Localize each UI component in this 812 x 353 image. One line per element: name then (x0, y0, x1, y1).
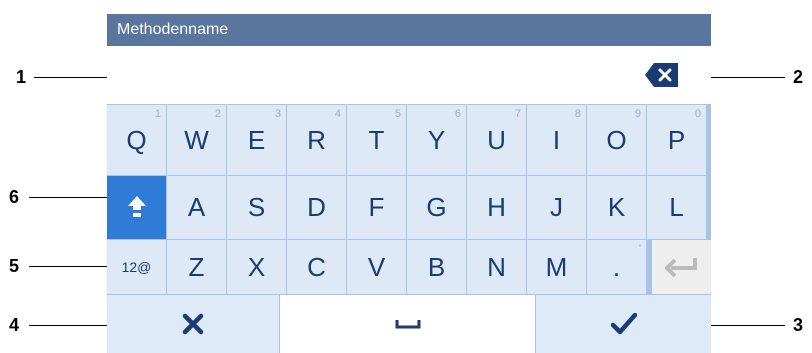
key-row1-7[interactable]: I8 (527, 105, 586, 175)
key-char: Q (126, 124, 147, 155)
space-key[interactable] (280, 295, 535, 353)
enter-key[interactable] (652, 240, 711, 294)
key-char: R (307, 124, 326, 155)
key-row2-2[interactable]: D (287, 176, 346, 239)
key-number-hint: 0 (694, 108, 701, 120)
mode-switch-label: 12@ (121, 259, 152, 275)
key-char: E (247, 124, 266, 155)
dialog-title: Methodenname (107, 14, 711, 46)
key-row2-8[interactable]: L (647, 176, 706, 239)
key-row1-9[interactable]: P0 (647, 105, 706, 175)
key-row2-6[interactable]: J (527, 176, 586, 239)
checkmark-icon (610, 313, 637, 335)
key-char: H (487, 192, 506, 222)
key-row1-0[interactable]: Q1 (107, 105, 166, 175)
space-icon (395, 320, 420, 329)
key-char: V (367, 251, 386, 282)
key-row3-2[interactable]: C (287, 240, 346, 294)
key-row3-7[interactable]: . ' (587, 240, 646, 294)
key-char: J (550, 192, 563, 222)
callout-1: 1 (16, 67, 27, 87)
shift-arrow-icon (127, 195, 146, 217)
key-row3-4[interactable]: B (407, 240, 466, 294)
key-number-hint: 4 (334, 108, 341, 120)
key-char: I (552, 124, 561, 155)
key-char: L (669, 192, 684, 222)
key-row3-3[interactable]: V (347, 240, 406, 294)
key-row2-5[interactable]: H (467, 176, 526, 239)
key-char: . (612, 251, 621, 282)
callout-3: 3 (793, 315, 804, 335)
key-char: A (187, 192, 206, 222)
key-row3-0[interactable]: Z (167, 240, 226, 294)
key-number-hint: ' (638, 243, 641, 255)
callout-line-1 (34, 77, 113, 78)
callout-5: 5 (9, 256, 20, 276)
key-row1-4[interactable]: T5 (347, 105, 406, 175)
callout-line-6 (29, 197, 113, 198)
key-row2-1[interactable]: S (227, 176, 286, 239)
key-char: G (426, 192, 447, 222)
key-char: M (545, 251, 568, 282)
key-row1-8[interactable]: O9 (587, 105, 646, 175)
key-char: X (247, 251, 266, 282)
key-char: K (607, 192, 626, 222)
callout-line-4 (29, 325, 113, 326)
key-number-hint: 5 (394, 108, 401, 120)
key-row3-5[interactable]: N (467, 240, 526, 294)
text-input-field[interactable] (107, 46, 711, 104)
key-row1-5[interactable]: Y6 (407, 105, 466, 175)
key-char: D (307, 192, 326, 222)
key-char: C (307, 251, 326, 282)
key-number-hint: 3 (274, 108, 281, 120)
shift-key[interactable] (107, 176, 166, 239)
key-row3-6[interactable]: M (527, 240, 586, 294)
key-number-hint: 9 (634, 108, 641, 120)
key-char: F (368, 192, 385, 222)
key-row1-3[interactable]: R4 (287, 105, 346, 175)
key-number-hint: 6 (454, 108, 461, 120)
backspace-icon[interactable] (644, 62, 680, 88)
key-number-hint: 2 (214, 108, 221, 120)
cancel-button[interactable] (107, 295, 279, 353)
key-char: W (184, 124, 209, 155)
key-number-hint: 7 (514, 108, 521, 120)
key-row2-7[interactable]: K (587, 176, 646, 239)
key-row1-2[interactable]: E3 (227, 105, 286, 175)
key-char: Z (188, 251, 205, 282)
key-char: T (368, 124, 385, 155)
enter-icon (664, 258, 697, 278)
text-entry-dialog: Methodenname 12@ Q 1 W 2 E 3 R 4 T 5 Y 6… (107, 14, 711, 353)
mode-switch-key[interactable]: 12@ (107, 240, 166, 294)
callout-2: 2 (793, 67, 804, 87)
key-row2-0[interactable]: A (167, 176, 226, 239)
key-char: U (487, 124, 506, 155)
key-char: Y (427, 124, 446, 155)
key-char: S (247, 192, 266, 222)
key-char: O (606, 124, 627, 155)
key-char: B (427, 251, 446, 282)
key-row1-1[interactable]: W2 (167, 105, 226, 175)
key-row3-1[interactable]: X (227, 240, 286, 294)
key-row2-4[interactable]: G (407, 176, 466, 239)
callout-6: 6 (9, 187, 20, 207)
key-number-hint: 1 (154, 108, 161, 120)
confirm-button[interactable] (536, 295, 711, 353)
key-row1-6[interactable]: U7 (467, 105, 526, 175)
key-char: N (487, 251, 506, 282)
callout-line-5 (29, 266, 113, 267)
key-number-hint: 8 (574, 108, 581, 120)
cancel-x-icon (182, 313, 204, 335)
key-char: P (667, 124, 686, 155)
callout-4: 4 (9, 315, 20, 335)
key-row2-3[interactable]: F (347, 176, 406, 239)
